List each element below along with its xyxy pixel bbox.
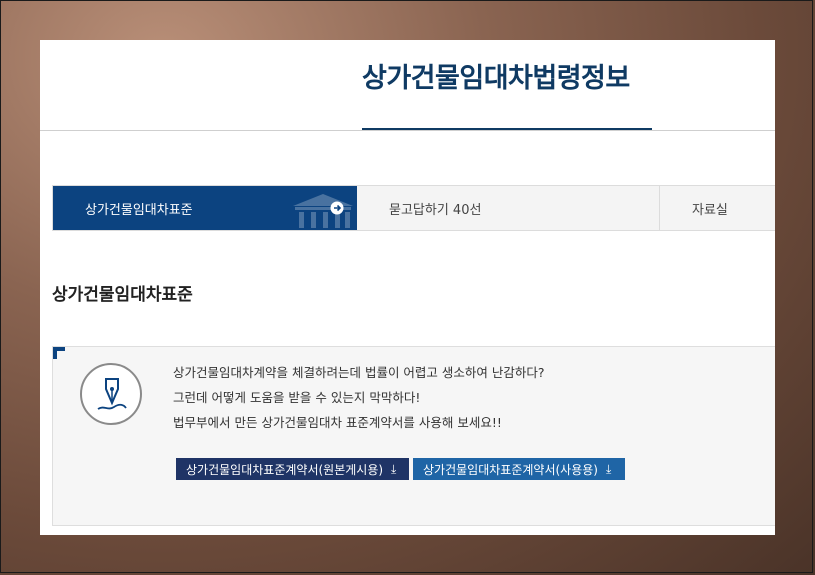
info-box: 상가건물임대차계약을 체결하려는데 법률이 어렵고 생소하여 난감하다? 그런데… [52, 346, 775, 526]
section-title: 상가건물임대차표준 [52, 285, 193, 305]
tab-bar: 상가건물임대차표준 묻고답하기 40선 자료실 [52, 185, 775, 231]
page-panel: 상가건물임대차법령정보 상가건물임대차표준 묻고답하기 40선 자료실 상가건물… [40, 40, 775, 535]
download-icon: ⤓ [391, 461, 397, 476]
download-original-button[interactable]: 상가건물임대차표준계약서(원본게시용) ⤓ [176, 458, 409, 480]
info-line: 법무부에서 만든 상가건물임대차 표준계약서를 사용해 보세요!! [173, 415, 502, 430]
tab-label: 자료실 [692, 202, 728, 218]
corner-mark [53, 347, 65, 359]
page-title: 상가건물임대차법령정보 [362, 63, 630, 94]
tab-label: 상가건물임대차표준 [85, 202, 193, 218]
building-icon [293, 194, 353, 228]
download-icon: ⤓ [605, 461, 612, 476]
tab-faq[interactable]: 묻고답하기 40선 [357, 186, 660, 230]
fountain-pen-icon [80, 363, 142, 425]
tab-label: 묻고답하기 40선 [389, 202, 482, 218]
tab-archive[interactable]: 자료실 [660, 186, 775, 230]
button-label: 상가건물임대차표준계약서(원본게시용) [186, 462, 384, 477]
info-description: 상가건물임대차계약을 체결하려는데 법률이 어렵고 생소하여 난감하다? 그런데… [173, 363, 733, 438]
info-line: 그런데 어떻게 도움을 받을 수 있는지 막막하다! [173, 390, 421, 405]
header-divider [40, 130, 775, 131]
download-usage-button[interactable]: 상가건물임대차표준계약서(사용용) ⤓ [413, 458, 625, 480]
button-label: 상가건물임대차표준계약서(사용용) [423, 462, 598, 477]
tab-standard[interactable]: 상가건물임대차표준 [53, 186, 357, 230]
info-line: 상가건물임대차계약을 체결하려는데 법률이 어렵고 생소하여 난감하다? [173, 365, 545, 380]
arrow-right-circle-icon [330, 201, 344, 215]
